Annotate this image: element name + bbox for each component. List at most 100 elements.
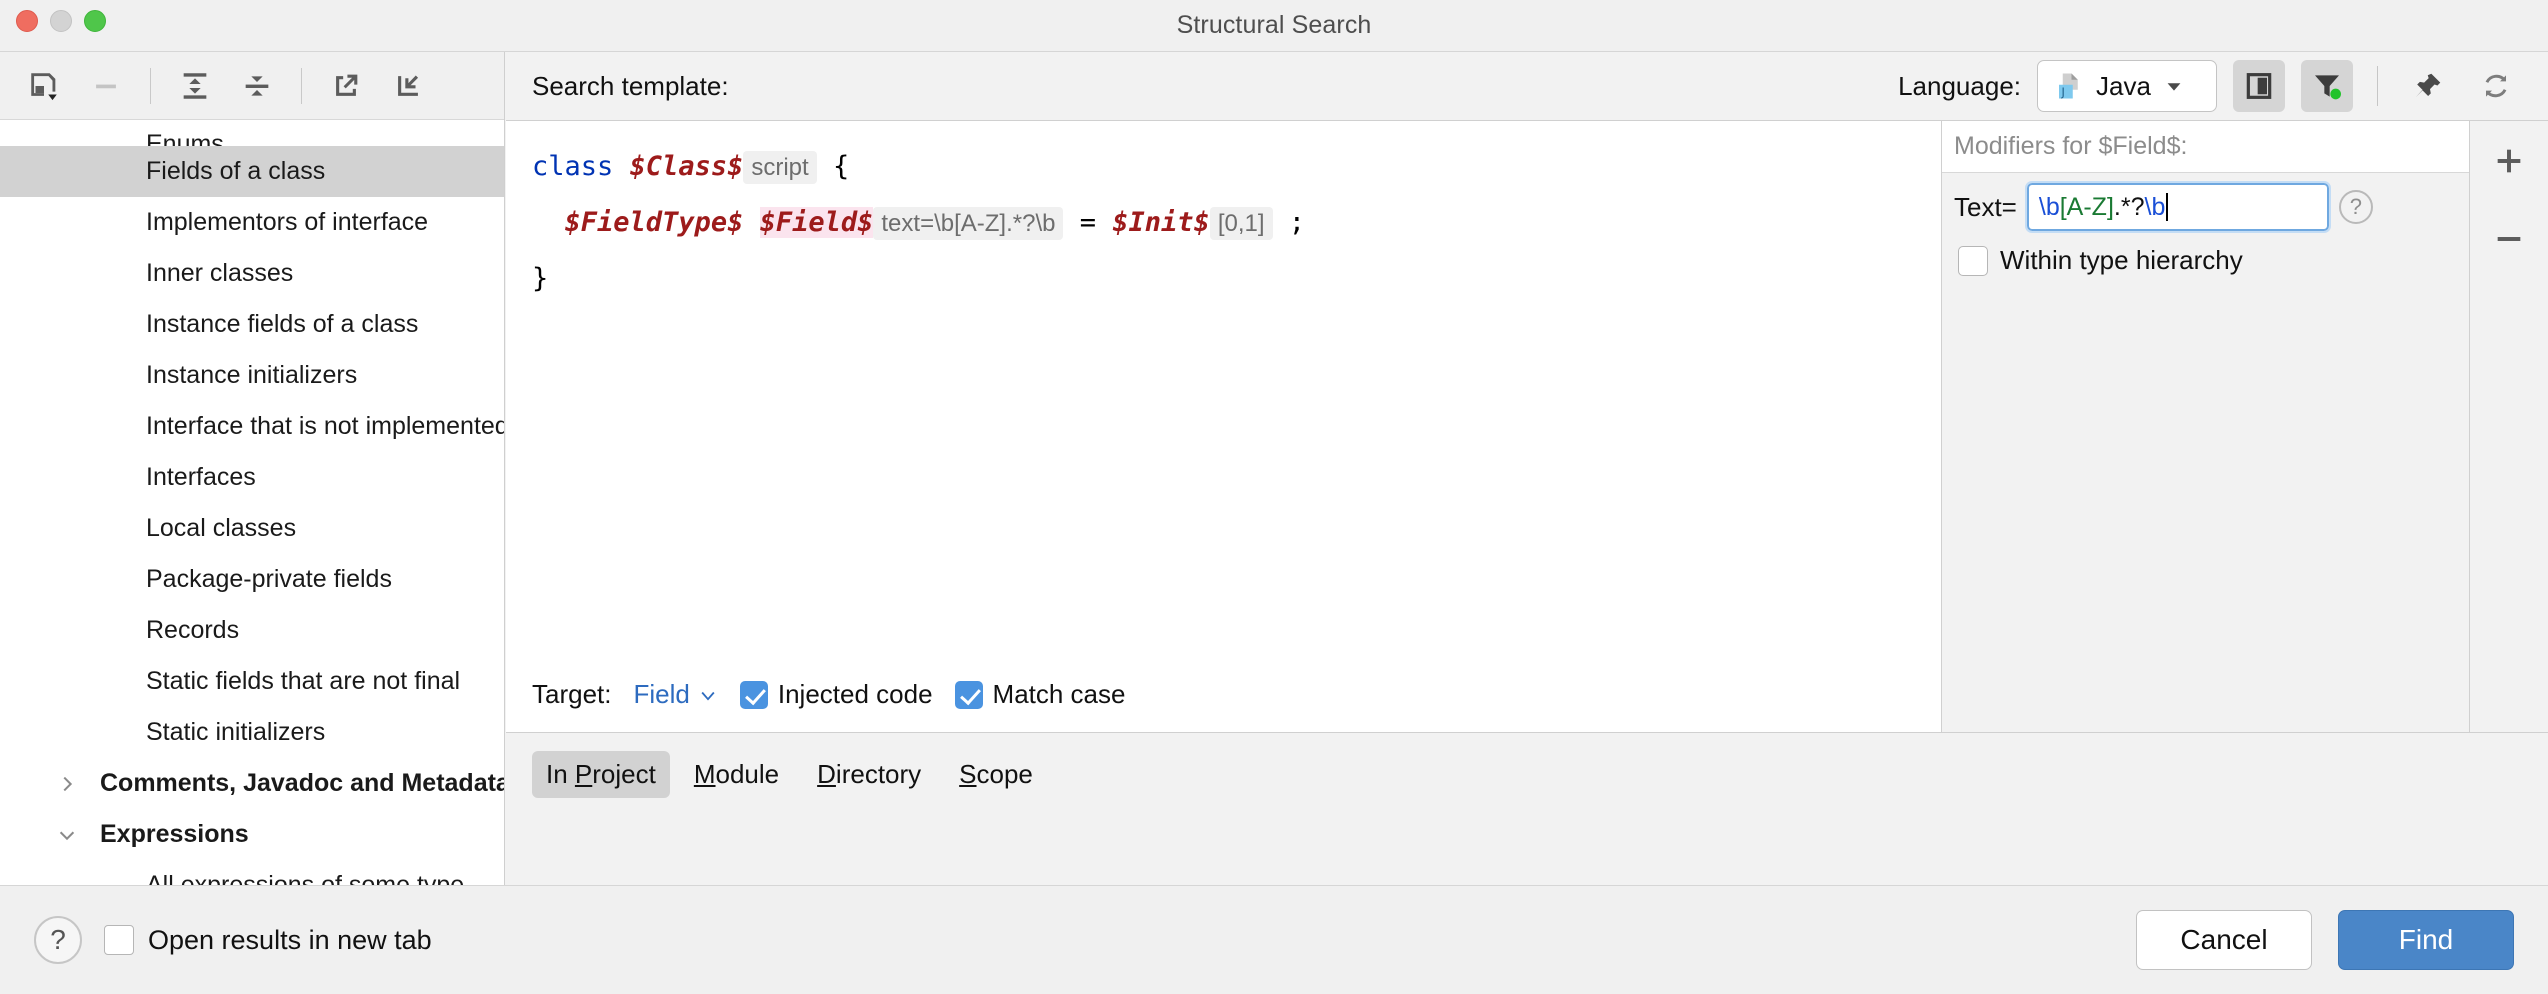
template-code[interactable]: class $Class$script { $FieldType$ $Field… (506, 121, 1941, 306)
target-row: Target: Field Injected code Match case (532, 679, 1125, 710)
tree-item-package-private-fields[interactable]: Package-private fields (0, 554, 504, 605)
tree-item-interfaces[interactable]: Interfaces (0, 452, 504, 503)
remove-filter-button[interactable] (2483, 213, 2535, 265)
scope-tab-scope[interactable]: Scope (945, 751, 1047, 798)
maximize-button[interactable] (84, 10, 106, 32)
filter-funnel-icon (2311, 70, 2343, 102)
java-file-icon: J (2054, 71, 2084, 101)
chevron-down-icon[interactable] (2163, 75, 2185, 97)
refresh-icon (2480, 70, 2512, 102)
tree-item-inner-classes[interactable]: Inner classes (0, 248, 504, 299)
tree-item-all-expressions-of-some-type[interactable]: All expressions of some type (0, 860, 504, 885)
brace-open: { (833, 151, 849, 182)
structural-search-dialog: Structural Search (0, 0, 2548, 994)
tree-item-label: Interface that is not implemented (0, 412, 504, 441)
brace-close: } (532, 263, 548, 294)
tree-item-instance-initializers[interactable]: Instance initializers (0, 350, 504, 401)
toggle-panel-button[interactable] (2233, 60, 2285, 112)
chevron-right-icon[interactable] (56, 773, 82, 795)
modifiers-side-buttons (2470, 120, 2548, 732)
tree-item-implementors-of-interface[interactable]: Implementors of interface (0, 197, 504, 248)
checkbox-box (104, 925, 134, 955)
match-case-checkbox[interactable]: Match case (955, 679, 1126, 710)
var-class: $Class$ (630, 151, 744, 182)
tree-item-label: Implementors of interface (0, 208, 428, 237)
split-panel-icon (2243, 70, 2275, 102)
open-results-checkbox[interactable]: Open results in new tab (104, 925, 432, 956)
svg-text:J: J (2061, 86, 2065, 99)
regex-token-plain: .*? (2114, 193, 2145, 222)
tree-item-static-fields-that-are-not-final[interactable]: Static fields that are not final (0, 656, 504, 707)
import-button[interactable] (380, 60, 436, 112)
minimize-button[interactable] (50, 10, 72, 32)
target-select[interactable]: Field (634, 679, 718, 710)
export-button[interactable] (318, 60, 374, 112)
pin-icon (2412, 70, 2444, 102)
chevron-down-icon[interactable] (56, 824, 82, 846)
chip-init-count[interactable]: [0,1] (1210, 207, 1273, 240)
scope-tab-in-project[interactable]: In Project (532, 751, 670, 798)
tree-item-label: Interfaces (0, 463, 256, 492)
chip-script[interactable]: script (743, 151, 816, 184)
chip-field-filter[interactable]: text=\b[A-Z].*?\b (873, 207, 1063, 240)
text-filter-row: Text= \b[A-Z].*?\b ? (1942, 173, 2469, 231)
tree-item-label: Expressions (0, 820, 249, 849)
var-field: $Field$ (760, 207, 874, 238)
open-results-label: Open results in new tab (148, 925, 432, 956)
sidebar-toolbar (0, 52, 504, 120)
pin-button[interactable] (2402, 60, 2454, 112)
window-controls (16, 10, 106, 32)
checkbox-box (955, 681, 983, 709)
filter-button[interactable] (2301, 60, 2353, 112)
tree-item-interface-that-is-not-implemented[interactable]: Interface that is not implemented (0, 401, 504, 452)
modifiers-title: Modifiers for $Field$: (1942, 121, 2469, 173)
cancel-button[interactable]: Cancel (2136, 910, 2312, 970)
chevron-down-icon (698, 685, 718, 705)
footer-right: Cancel Find (2136, 910, 2514, 970)
collapse-all-button[interactable] (229, 60, 285, 112)
regex-token-escape-2: \b (2145, 193, 2166, 222)
semicolon: ; (1289, 207, 1305, 238)
plus-icon (2492, 144, 2526, 178)
tree-item-label: Instance initializers (0, 361, 357, 390)
language-label: Language: (1898, 71, 2021, 102)
tree-group-expressions[interactable]: Expressions (0, 809, 504, 860)
injected-code-checkbox[interactable]: Injected code (740, 679, 933, 710)
search-template-editor[interactable]: class $Class$script { $FieldType$ $Field… (506, 120, 1942, 732)
within-type-hierarchy-checkbox[interactable]: Within type hierarchy (1942, 231, 2469, 276)
within-type-hierarchy-label: Within type hierarchy (2000, 245, 2243, 276)
save-template-button[interactable] (16, 60, 72, 112)
save-dropdown-icon (27, 69, 61, 103)
reset-button[interactable] (2470, 60, 2522, 112)
var-fieldtype: $FieldType$ (565, 207, 744, 238)
tree-item-enums[interactable]: Enums (0, 120, 504, 146)
export-icon (329, 69, 363, 103)
templates-tree[interactable]: Enums Fields of a class Implementors of … (0, 120, 504, 885)
scope-tab-module[interactable]: Module (680, 751, 793, 798)
tree-item-local-classes[interactable]: Local classes (0, 503, 504, 554)
find-button[interactable]: Find (2338, 910, 2514, 970)
tree-item-label: Inner classes (0, 259, 293, 288)
expand-all-button[interactable] (167, 60, 223, 112)
tree-group-comments-javadoc-and-metadata[interactable]: Comments, Javadoc and Metadata (0, 758, 504, 809)
header-controls: Language: J Java (1898, 60, 2522, 112)
tree-item-instance-fields-of-a-class[interactable]: Instance fields of a class (0, 299, 504, 350)
tree-item-fields-of-a-class[interactable]: Fields of a class (0, 146, 504, 197)
expand-all-icon (178, 69, 212, 103)
question-mark-icon[interactable]: ? (2339, 190, 2373, 224)
editor-and-modifiers: class $Class$script { $FieldType$ $Field… (506, 120, 2548, 732)
language-select[interactable]: J Java (2037, 60, 2217, 112)
tree-item-label: Instance fields of a class (0, 310, 418, 339)
scope-tab-directory[interactable]: Directory (803, 751, 935, 798)
regex-token-class: [A-Z] (2060, 193, 2114, 222)
tree-item-static-initializers[interactable]: Static initializers (0, 707, 504, 758)
checkbox-box (740, 681, 768, 709)
text-filter-input[interactable]: \b[A-Z].*?\b (2027, 183, 2329, 231)
close-button[interactable] (16, 10, 38, 32)
tree-item-records[interactable]: Records (0, 605, 504, 656)
add-filter-button[interactable] (2483, 135, 2535, 187)
help-button[interactable]: ? (34, 916, 82, 964)
tree-item-label: Enums (0, 130, 224, 146)
scope-bar: In Project Module Directory Scope (506, 732, 2548, 816)
collapse-all-icon (240, 69, 274, 103)
